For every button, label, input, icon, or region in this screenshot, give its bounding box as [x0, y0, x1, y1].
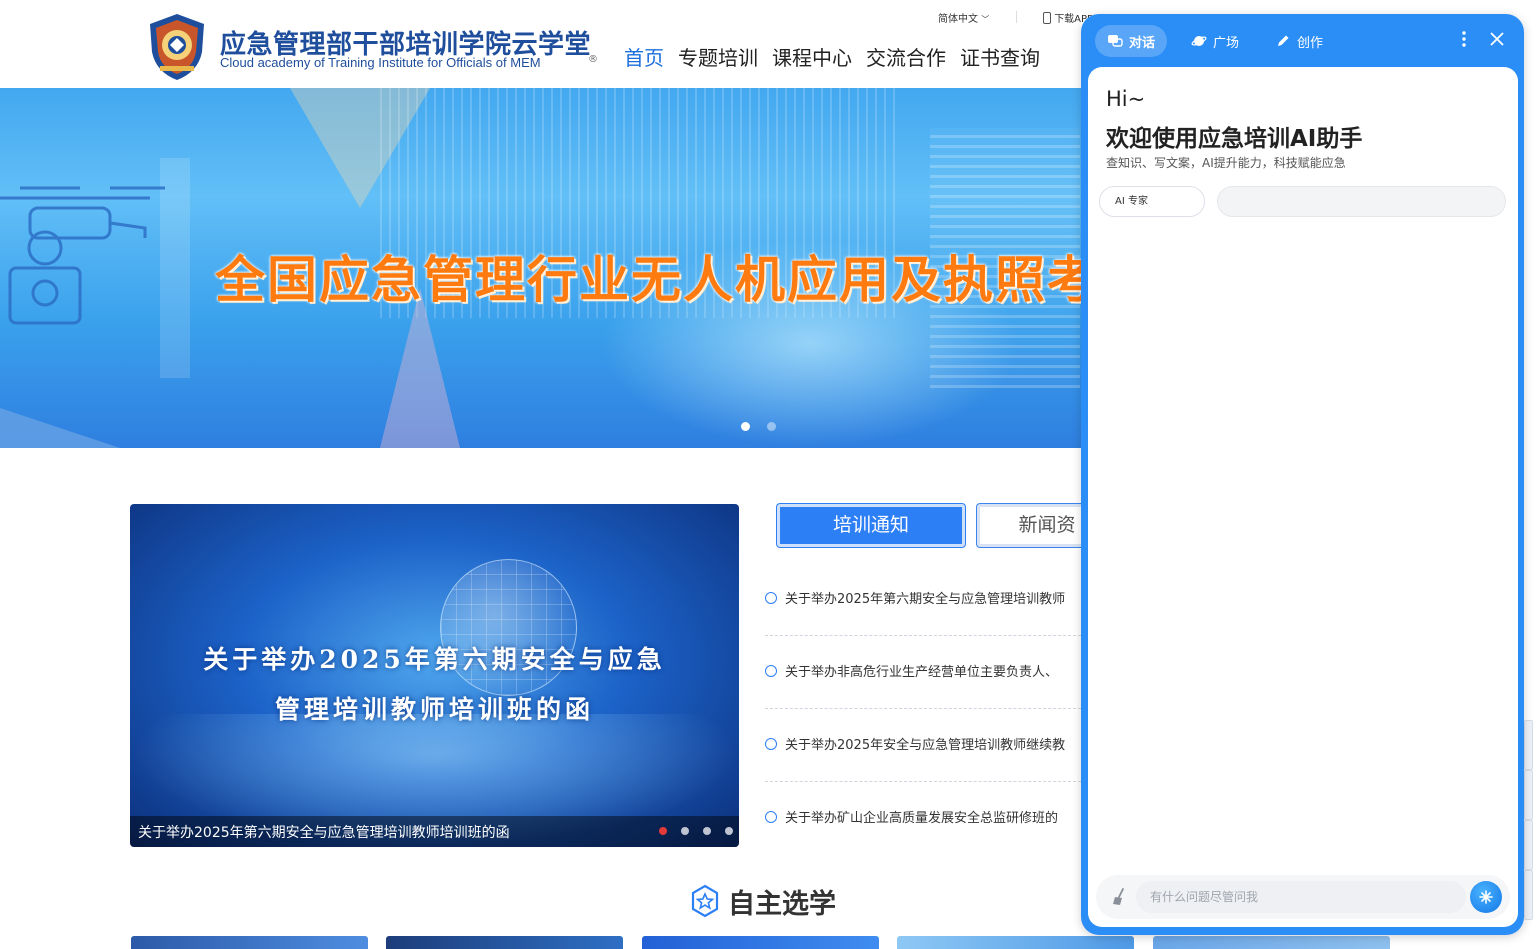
ai-input-bar	[1096, 875, 1510, 919]
feature-dot-3[interactable]	[703, 827, 711, 835]
nav-item-course-center[interactable]: 课程中心	[772, 42, 852, 71]
site-subtitle: Cloud academy of Training Institute for …	[220, 55, 541, 70]
main-nav: 首页 专题培训 课程中心 交流合作 证书查询	[624, 42, 1040, 71]
registered-mark: ®	[588, 54, 598, 65]
topbar-divider	[1016, 11, 1017, 23]
notice-text: 关于举办2025年安全与应急管理培训教师继续教	[785, 738, 1066, 753]
ai-tab-plaza[interactable]: 广场	[1179, 25, 1251, 57]
banner-pagination	[741, 422, 776, 431]
ai-suggestion-pill[interactable]	[1217, 186, 1506, 217]
ai-description: 查知识、写文案，AI提升能力，科技赋能应急	[1106, 156, 1346, 170]
side-float-button[interactable]	[1524, 770, 1533, 820]
hero-banner[interactable]: 全国应急管理行业无人机应用及执照考	[0, 88, 1081, 448]
nav-item-certificate-query[interactable]: 证书查询	[960, 42, 1040, 71]
feature-caption[interactable]: 关于举办2025年第六期安全与应急管理培训教师培训班的函	[138, 822, 510, 842]
side-float-button[interactable]	[1524, 820, 1533, 870]
chevron-down-icon: ﹀	[981, 15, 990, 24]
course-thumbnail[interactable]	[642, 936, 879, 949]
feature-headline-line1: 关于举办2025年第六期安全与应急	[203, 645, 666, 674]
ai-tab-plaza-label: 广场	[1213, 35, 1240, 51]
notice-divider	[765, 781, 1081, 782]
nav-item-special-training[interactable]: 专题培训	[678, 42, 758, 71]
feature-dot-4[interactable]	[725, 827, 733, 835]
chat-bubbles-icon	[1108, 35, 1123, 47]
feature-caption-bar: 关于举办2025年第六期安全与应急管理培训教师培训班的函	[130, 816, 739, 847]
broom-icon[interactable]	[1110, 887, 1130, 907]
bullet-circle-icon	[765, 738, 777, 750]
notice-item[interactable]: 关于举办非高危行业生产经营单位主要负责人、	[765, 661, 1085, 681]
tab-training-notice[interactable]: 培训通知	[777, 504, 965, 547]
side-float-button[interactable]	[1524, 720, 1533, 770]
ai-tab-create-label: 创作	[1297, 35, 1324, 51]
drone-icon	[0, 186, 165, 325]
nav-item-cooperation[interactable]: 交流合作	[866, 42, 946, 71]
notice-item[interactable]: 关于举办2025年安全与应急管理培训教师继续教	[765, 734, 1085, 754]
ai-question-input[interactable]	[1136, 881, 1466, 913]
section-title: 自主选学	[728, 888, 836, 920]
feature-dot-1[interactable]	[659, 827, 667, 835]
sparkle-icon	[1479, 890, 1493, 904]
course-thumbnail[interactable]	[386, 936, 623, 949]
notice-item[interactable]: 关于举办2025年第六期安全与应急管理培训教师	[765, 588, 1085, 608]
phone-icon	[1043, 12, 1051, 24]
notice-divider	[765, 635, 1081, 636]
feature-headline-line2: 管理培训教师培训班的函	[274, 695, 594, 724]
banner-dot-1[interactable]	[741, 422, 750, 431]
notice-item[interactable]: 关于举办矿山企业高质量发展安全总监研修班的	[765, 807, 1085, 827]
side-float-button[interactable]	[1524, 870, 1533, 920]
course-thumbnail[interactable]	[897, 936, 1134, 949]
ai-tab-bar: 对话 广场 创作	[1095, 25, 1335, 57]
bullet-circle-icon	[765, 592, 777, 604]
course-thumbnail[interactable]	[1153, 936, 1390, 949]
nav-item-home[interactable]: 首页	[624, 42, 664, 71]
bullet-circle-icon	[765, 811, 777, 823]
notice-text: 关于举办2025年第六期安全与应急管理培训教师	[785, 592, 1066, 607]
notice-text: 关于举办矿山企业高质量发展安全总监研修班的	[785, 811, 1059, 826]
planet-icon	[1191, 36, 1207, 46]
ai-chat-area: Hi~ 欢迎使用应急培训AI助手 查知识、写文案，AI提升能力，科技赋能应急 A…	[1088, 67, 1518, 927]
banner-decoration	[380, 288, 460, 448]
close-icon[interactable]	[1486, 28, 1508, 50]
banner-dot-2[interactable]	[767, 422, 776, 431]
pencil-icon	[1278, 35, 1289, 46]
bullet-circle-icon	[765, 665, 777, 677]
feature-pagination	[659, 827, 733, 835]
language-switcher[interactable]: 简体中文 ﹀	[938, 10, 990, 25]
academy-emblem-icon[interactable]	[142, 12, 212, 82]
banner-headline: 全国应急管理行业无人机应用及执照考	[215, 250, 1081, 309]
ai-expert-chip[interactable]: AI 专家	[1099, 186, 1205, 217]
course-thumbnail[interactable]	[131, 936, 368, 949]
ai-assistant-panel: 对话 广场 创作 Hi~ 欢迎使用应急培训AI助手 查知识、写文案，AI提升能力…	[1081, 14, 1524, 935]
ai-send-button[interactable]	[1470, 881, 1502, 913]
more-vertical-icon[interactable]	[1453, 28, 1475, 50]
notice-text: 关于举办非高危行业生产经营单位主要负责人、	[785, 665, 1059, 680]
ai-welcome-title: 欢迎使用应急培训AI助手	[1106, 126, 1363, 152]
ai-tab-chat[interactable]: 对话	[1095, 25, 1168, 57]
ai-tab-chat-label: 对话	[1129, 35, 1156, 51]
ai-tab-create[interactable]: 创作	[1263, 25, 1335, 57]
ai-greeting: Hi~	[1106, 87, 1146, 111]
notice-divider	[765, 708, 1081, 709]
star-badge-icon	[691, 884, 719, 918]
feature-dot-2[interactable]	[681, 827, 689, 835]
section-heading: 自主选学	[690, 884, 836, 920]
language-label: 简体中文	[938, 14, 978, 25]
featured-carousel[interactable]: 关于举办2025年第六期安全与应急 管理培训教师培训班的函 关于举办2025年第…	[130, 504, 739, 847]
